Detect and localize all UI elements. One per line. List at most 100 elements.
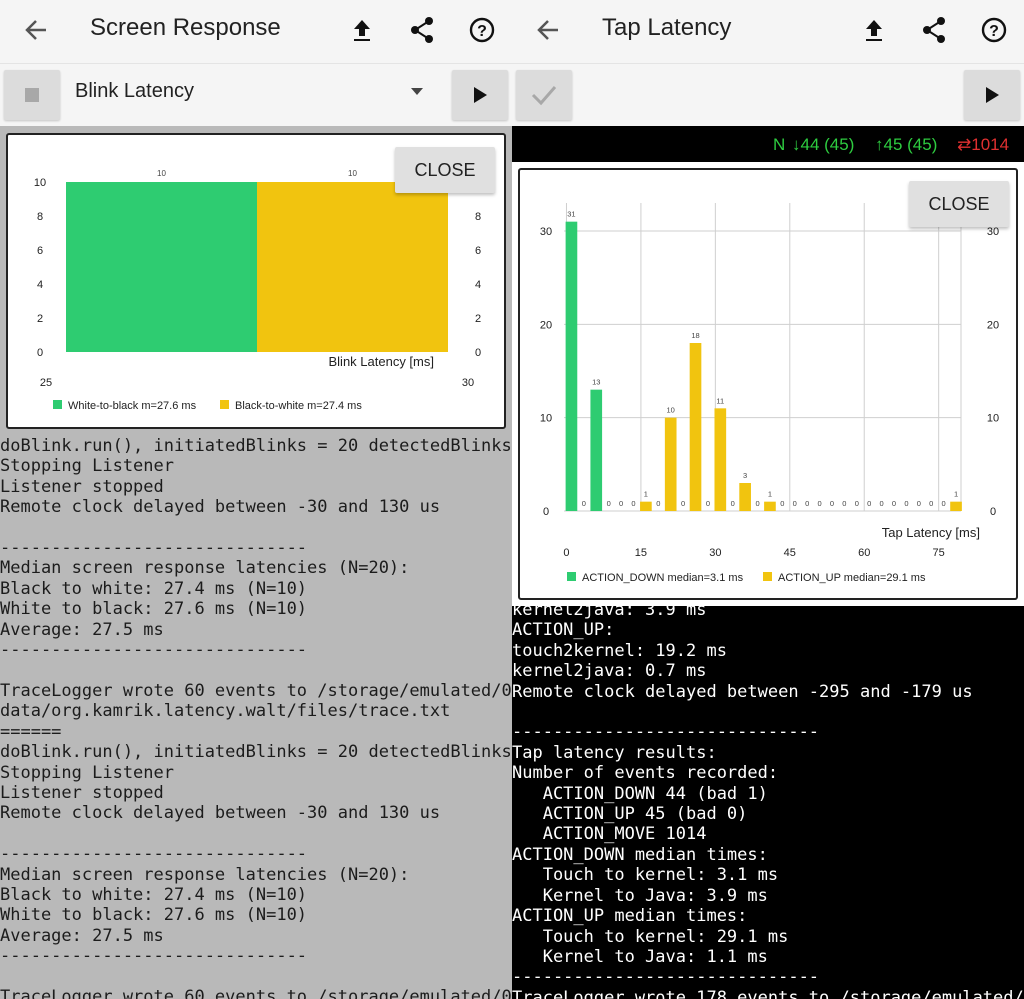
log-line: Remote clock delayed between -30 and 130… <box>0 497 441 518</box>
bar-value-label: 0 <box>582 499 586 508</box>
bar-value-label: 0 <box>731 499 735 508</box>
close-button[interactable]: CLOSE <box>909 181 1009 227</box>
log-line: Black to white: 27.4 ms (N=10) <box>0 884 308 905</box>
log-line: Average: 27.5 ms <box>0 925 164 946</box>
log-line: Remote clock delayed between -30 and 130… <box>0 803 441 824</box>
log-line: TraceLogger wrote 178 events to /storage… <box>512 987 1024 999</box>
upload-icon[interactable] <box>342 12 382 48</box>
x-tick-label: 60 <box>858 547 870 559</box>
bar-value-label: 10 <box>667 406 675 415</box>
app-bar: Screen Response ? <box>0 0 512 64</box>
chart-bar <box>714 408 727 511</box>
close-button[interactable]: CLOSE <box>395 147 495 193</box>
bar-value-label: 0 <box>904 499 908 508</box>
chart-card: 31 0 13 0 0 0 1 0 10 0 18 0 11 0 3 0 1 0 0 0 0 0 0 0 0 0 0 0 0 0 0 1 0 0 1… <box>518 168 1018 600</box>
back-arrow-icon[interactable] <box>16 12 56 48</box>
bar-value-label: 0 <box>830 499 834 508</box>
log-line: TraceLogger wrote 60 events to /storage/… <box>0 680 512 701</box>
bar-value-label: 13 <box>592 378 600 387</box>
y-tick-label-right: 6 <box>475 245 481 257</box>
log-line: ACTION_DOWN 44 (bad 1) <box>512 783 768 804</box>
chart-card: 1010002244668810102530Blink Latency [ms]… <box>6 133 506 429</box>
y-tick-label-right: 4 <box>475 279 481 291</box>
chart-bar <box>764 501 776 511</box>
page-title: Tap Latency <box>602 14 732 41</box>
log-line: White to black: 27.6 ms (N=10) <box>0 905 308 926</box>
y-tick-label: 4 <box>37 279 43 291</box>
share-icon[interactable] <box>402 12 442 48</box>
log-line: touch2kernel: 19.2 ms <box>512 640 727 661</box>
stop-button[interactable] <box>4 70 60 120</box>
move-count: ⇄1014 <box>957 135 1010 154</box>
bar-value-label: 0 <box>656 499 660 508</box>
svg-text:?: ? <box>989 23 999 40</box>
log-line: ACTION_UP median times: <box>512 906 748 927</box>
bar-value-label: 3 <box>743 471 747 480</box>
log-line: Remote clock delayed between -295 and -1… <box>512 681 973 702</box>
chart-bar <box>640 501 652 511</box>
log-line: ====== <box>0 721 62 742</box>
chart-bar <box>664 417 677 511</box>
play-button[interactable] <box>452 70 508 120</box>
bar-value-label: 0 <box>607 499 611 508</box>
bar-value-label: 0 <box>805 499 809 508</box>
upload-icon[interactable] <box>854 12 894 48</box>
bar-value-label: 11 <box>716 396 724 405</box>
log-line: ------------------------------ <box>512 967 820 988</box>
x-tick-label: 30 <box>462 377 474 389</box>
bar-value-label: 0 <box>619 499 623 508</box>
back-arrow-icon[interactable] <box>528 12 568 48</box>
x-tick-label: 25 <box>40 377 52 389</box>
play-button[interactable] <box>964 70 1020 120</box>
y-tick-label-right: 30 <box>987 226 999 238</box>
log-line: ACTION_UP: <box>512 620 615 641</box>
log-line: ACTION_DOWN median times: <box>512 844 768 865</box>
svg-text:?: ? <box>477 23 487 40</box>
log-line: kernel2java: 0.7 ms <box>512 661 707 682</box>
count-label: N <box>773 135 786 154</box>
test-type-dropdown[interactable]: Blink Latency <box>75 80 194 103</box>
y-tick-label-right: 8 <box>475 211 481 223</box>
bar-value-label: 0 <box>917 499 921 508</box>
y-tick-label: 10 <box>540 413 552 425</box>
log-line: ACTION_UP 45 (bad 0) <box>512 804 748 825</box>
x-tick-label: 15 <box>635 547 647 559</box>
y-tick-label-right: 0 <box>475 347 481 359</box>
share-icon[interactable] <box>914 12 954 48</box>
log-output: kernel2java: 3.9 ms ACTION_UP: touch2kerne… <box>512 600 1024 999</box>
bar-value-label: 0 <box>780 499 784 508</box>
y-tick-label: 2 <box>37 313 43 325</box>
x-axis-label: Blink Latency [ms] <box>329 354 435 369</box>
bar-value-label: 0 <box>929 499 933 508</box>
log-line: TraceLogger wrote 60 events to /storage/… <box>0 986 512 999</box>
bar-value-label: 0 <box>855 499 859 508</box>
legend-label: Black-to-white m=27.4 ms <box>235 400 362 412</box>
x-tick-label: 0 <box>563 547 569 559</box>
chevron-down-icon[interactable] <box>411 88 423 95</box>
toolbar <box>512 64 1024 126</box>
help-icon[interactable]: ? <box>462 12 502 48</box>
y-tick-label: 0 <box>37 347 43 359</box>
play-icon <box>474 87 487 103</box>
x-axis-label: Tap Latency [ms] <box>882 525 980 540</box>
help-icon[interactable]: ? <box>974 12 1014 48</box>
bar-value-label: 0 <box>880 499 884 508</box>
log-line: Average: 27.5 ms <box>0 619 164 640</box>
bar-value-label: 0 <box>892 499 896 508</box>
y-tick-label: 30 <box>540 226 552 238</box>
bar-value-label: 0 <box>681 499 685 508</box>
bar-value-label: 0 <box>793 499 797 508</box>
confirm-button[interactable] <box>516 70 572 120</box>
chart-bar <box>565 221 578 511</box>
log-line: Touch to kernel: 3.1 ms <box>512 865 779 886</box>
page-title: Screen Response <box>90 14 281 41</box>
log-line: Touch to kernel: 29.1 ms <box>512 926 789 947</box>
bar-value-label: 0 <box>817 499 821 508</box>
bar-value-label: 1 <box>768 490 772 499</box>
log-line: Number of events recorded: <box>512 763 779 784</box>
legend-label: ACTION_UP median=29.1 ms <box>778 572 926 584</box>
y-tick-label-right: 20 <box>987 319 999 331</box>
